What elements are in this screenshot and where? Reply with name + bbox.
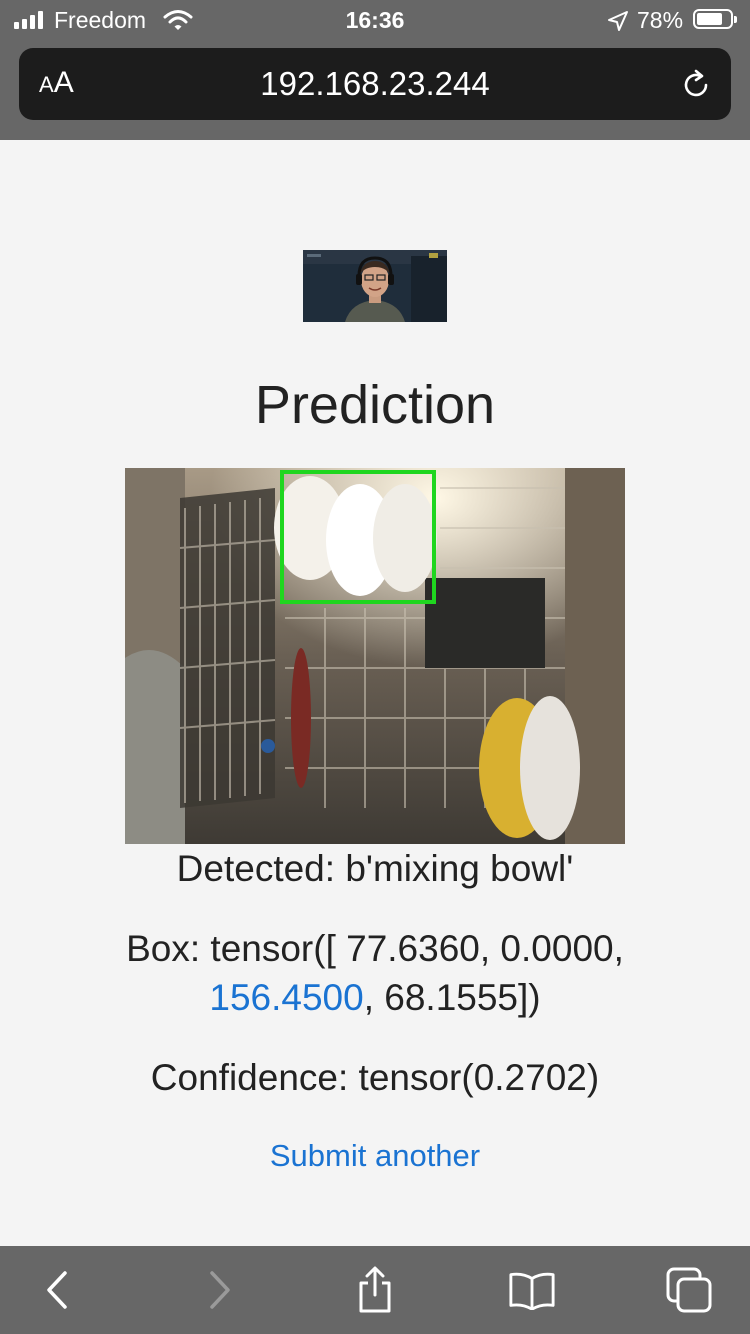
- submit-another-link[interactable]: Submit another: [0, 1136, 750, 1176]
- share-button[interactable]: [351, 1266, 399, 1314]
- url-text[interactable]: 192.168.23.244: [19, 66, 731, 102]
- back-chevron-icon: [47, 1271, 67, 1309]
- address-bar[interactable]: AA 192.168.23.244: [19, 48, 731, 120]
- box-value-link[interactable]: 156.4500: [209, 977, 363, 1018]
- box-tensor-suffix: , 68.1555]): [363, 977, 541, 1018]
- bookmarks-button[interactable]: [508, 1266, 556, 1314]
- share-icon: [359, 1266, 391, 1313]
- box-tensor-prefix: Box: tensor([ 77.6360, 0.0000,: [126, 928, 624, 969]
- browser-top-chrome: Freedom 16:36 78% AA 192.168.23.244: [0, 0, 750, 140]
- webcam-image: [303, 250, 447, 322]
- confidence-label: Confidence: tensor(0.2702): [150, 1057, 600, 1098]
- battery-icon: [693, 9, 737, 29]
- back-button[interactable]: [34, 1266, 82, 1314]
- status-bar: Freedom 16:36 78%: [0, 0, 750, 42]
- detection-bounding-box: [280, 470, 436, 604]
- detected-label: Detected: b'mixing bowl': [176, 848, 574, 889]
- battery-percent: 78%: [637, 7, 684, 33]
- bookmarks-icon: [509, 1272, 555, 1310]
- forward-button[interactable]: [195, 1266, 243, 1314]
- page-title: Prediction: [254, 375, 496, 435]
- browser-bottom-toolbar: [0, 1246, 750, 1334]
- tabs-icon: [666, 1267, 712, 1313]
- box-tensor-text: Box: tensor([ 77.6360, 0.0000, 156.4500,…: [0, 924, 750, 1022]
- reload-icon[interactable]: [679, 68, 713, 102]
- tabs-button[interactable]: [665, 1266, 713, 1314]
- forward-chevron-icon: [210, 1271, 230, 1309]
- prediction-image: [125, 468, 625, 844]
- location-arrow-icon: [608, 11, 628, 31]
- webcam-thumbnail: [303, 250, 447, 322]
